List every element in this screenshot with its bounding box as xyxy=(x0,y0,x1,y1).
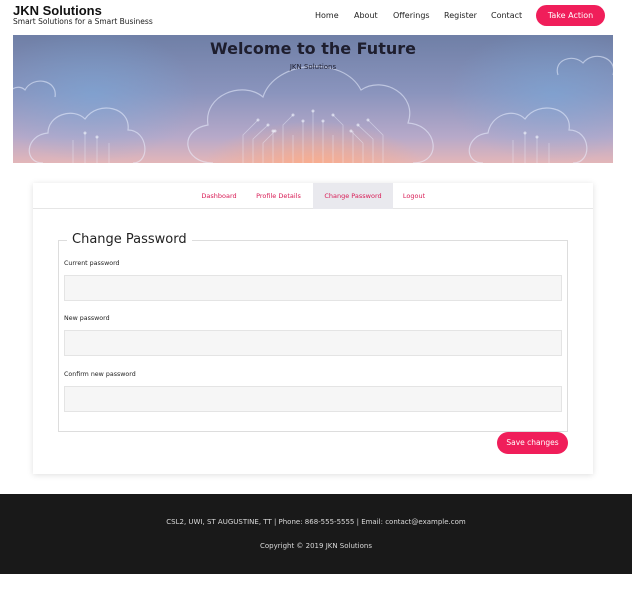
account-tabs: Dashboard Profile Details Change Passwor… xyxy=(33,183,593,209)
nav-contact[interactable]: Contact xyxy=(491,11,522,23)
tab-logout[interactable]: Logout xyxy=(398,183,430,209)
new-password-input[interactable] xyxy=(64,330,562,356)
footer-contact-info: CSL2, UWI, ST AUGUSTINE, TT | Phone: 868… xyxy=(166,518,466,526)
current-password-input[interactable] xyxy=(64,275,562,301)
confirm-password-label: Confirm new password xyxy=(64,371,136,378)
form-legend: Change Password xyxy=(67,232,192,247)
nav-register[interactable]: Register xyxy=(444,11,477,23)
nav-home[interactable]: Home xyxy=(315,11,339,23)
brand-name[interactable]: JKN Solutions xyxy=(13,3,102,18)
save-changes-button[interactable]: Save changes xyxy=(497,432,568,454)
nav-offerings[interactable]: Offerings xyxy=(393,11,430,23)
site-header: JKN Solutions Smart Solutions for a Smar… xyxy=(0,0,632,34)
nav-about[interactable]: About xyxy=(354,11,378,23)
current-password-label: Current password xyxy=(64,260,120,267)
account-card: Dashboard Profile Details Change Passwor… xyxy=(33,183,593,474)
hero-subtitle: JKN Solutions xyxy=(289,63,337,71)
site-footer: CSL2, UWI, ST AUGUSTINE, TT | Phone: 868… xyxy=(0,494,632,574)
take-action-button[interactable]: Take Action xyxy=(536,5,605,26)
new-password-label: New password xyxy=(64,315,110,322)
brand-tagline: Smart Solutions for a Smart Business xyxy=(13,17,153,26)
change-password-fieldset: Change Password Current password New pas… xyxy=(58,232,568,432)
hero-title: Welcome to the Future xyxy=(210,39,416,58)
footer-copyright: Copyright © 2019 JKN Solutions xyxy=(260,542,372,550)
tab-profile-details[interactable]: Profile Details xyxy=(252,183,305,209)
confirm-password-input[interactable] xyxy=(64,386,562,412)
tab-dashboard[interactable]: Dashboard xyxy=(193,183,245,209)
hero-banner: Welcome to the Future JKN Solutions xyxy=(13,35,613,163)
tab-change-password[interactable]: Change Password xyxy=(313,183,393,209)
